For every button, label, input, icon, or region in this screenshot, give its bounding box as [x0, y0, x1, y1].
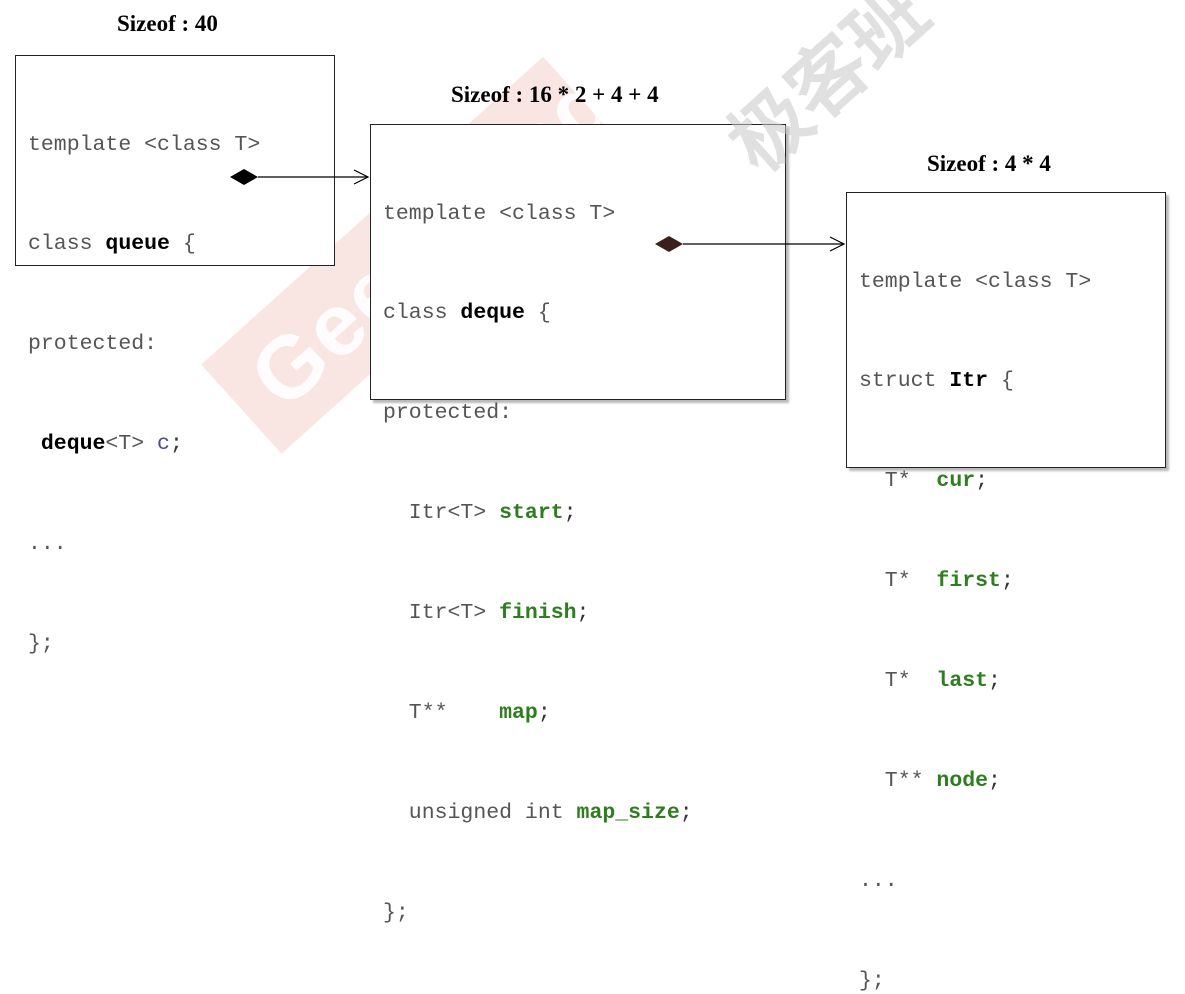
semicolon: ; [679, 800, 693, 825]
field-name-last: last [936, 669, 989, 694]
member-name-map: map [499, 701, 538, 726]
semicolon: ; [1000, 569, 1014, 594]
semicolon: ; [563, 501, 577, 526]
semicolon: ; [576, 601, 590, 626]
member-name-start: start [499, 501, 564, 526]
member-type: unsigned int [383, 800, 577, 825]
ellipsis: ... [859, 868, 898, 893]
composition-diamond [655, 236, 683, 252]
member-name-finish: finish [499, 601, 577, 626]
member-type: Itr<T> [383, 601, 500, 626]
close-brace: }; [859, 968, 885, 993]
semicolon: ; [537, 701, 551, 726]
deque-close-line: }; [383, 897, 785, 930]
ellipsis: ... [28, 532, 67, 557]
composition-diamond [230, 169, 258, 185]
semicolon: ; [988, 669, 1001, 694]
deque-to-itr-connector [655, 236, 846, 252]
itr-field-last: T* last; [859, 665, 1165, 698]
deque-member-map-size: unsigned int map_size; [383, 797, 785, 830]
itr-field-node: T** node; [859, 765, 1165, 798]
semicolon: ; [988, 769, 1001, 794]
member-type: T** [383, 701, 500, 726]
field-name-first: first [936, 569, 1001, 594]
field-name-node: node [936, 769, 989, 794]
field-type: T** [859, 769, 937, 794]
itr-close-line: }; [859, 965, 1165, 994]
itr-ellipsis-line: ... [859, 865, 1165, 898]
composition-arrows [230, 169, 846, 252]
deque-member-start: Itr<T> start; [383, 497, 785, 530]
close-brace: }; [383, 900, 409, 925]
itr-field-first: T* first; [859, 565, 1165, 598]
queue-ellipsis-line: ... [28, 528, 334, 561]
queue-to-deque-connector [230, 169, 370, 185]
queue-close-line: }; [28, 628, 334, 661]
field-type: T* [859, 569, 937, 594]
member-name-map-size: map_size [576, 800, 680, 825]
field-type: T* [859, 669, 937, 694]
deque-member-map: T** map; [383, 697, 785, 730]
close-brace: }; [28, 632, 54, 657]
member-type: Itr<T> [383, 501, 500, 526]
deque-member-finish: Itr<T> finish; [383, 597, 785, 630]
